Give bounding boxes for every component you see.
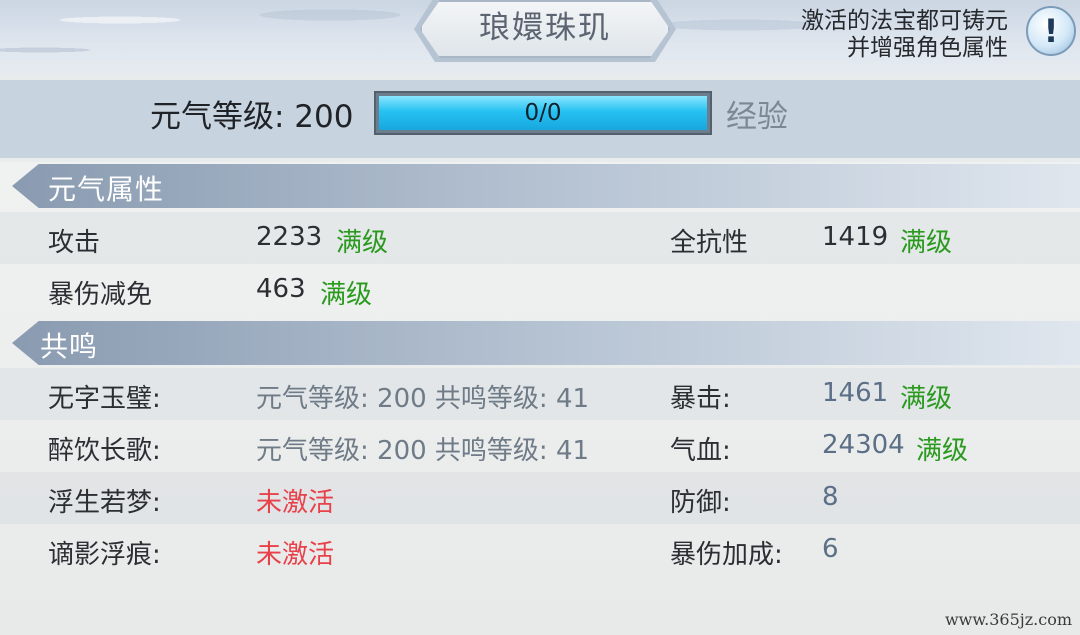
resonance-set-condition: 元气等级: 200 共鸣等级: 41 — [256, 436, 590, 466]
resonance-set-name: 浮生若梦: — [48, 488, 161, 518]
section-title-attributes: 元气属性 — [48, 173, 165, 206]
hint-line-2: 并增强角色属性 — [847, 35, 1008, 61]
resonance-set-condition: 未激活 — [256, 540, 335, 570]
exp-progress-fill: 0/0 — [379, 96, 707, 130]
resonance-set-condition: 元气等级: 200 共鸣等级: 41 — [256, 384, 590, 414]
bonus-name-hp: 气血: — [670, 436, 731, 466]
section-header-resonance — [12, 321, 1080, 365]
attr-value-crit-reduction: 463 — [256, 274, 306, 304]
section-header-attributes — [12, 164, 1080, 208]
attr-status-resistance: 满级 — [900, 228, 953, 258]
bonus-value-crit-damage: 6 — [822, 534, 839, 564]
info-icon[interactable]: ! — [1026, 6, 1076, 56]
bonus-value-crit: 1461 — [822, 378, 889, 408]
attr-value-resistance: 1419 — [822, 222, 889, 252]
watermark: www.365jz.com — [944, 610, 1072, 629]
resonance-set-condition: 未激活 — [256, 488, 335, 518]
activation-hint: 激活的法宝都可铸元 并增强角色属性 — [748, 8, 1008, 62]
attr-name-crit-reduction: 暴伤减免 — [48, 280, 153, 310]
exp-progress-text: 0/0 — [524, 100, 562, 126]
bonus-name-defense: 防御: — [670, 488, 731, 518]
attr-name-resistance: 全抗性 — [670, 228, 749, 258]
section-title-resonance: 共鸣 — [40, 330, 99, 363]
attr-status-attack: 满级 — [336, 228, 389, 258]
bonus-value-defense: 8 — [822, 482, 839, 512]
exp-label: 经验 — [726, 99, 788, 135]
bonus-name-crit-damage: 暴伤加成: — [670, 540, 783, 570]
hint-line-1: 激活的法宝都可铸元 — [801, 8, 1008, 34]
bonus-status-hp: 满级 — [916, 436, 969, 466]
resonance-set-name: 谪影浮痕: — [48, 540, 161, 570]
bonus-value-hp: 24304 — [822, 430, 905, 460]
bonus-status-crit: 满级 — [900, 384, 953, 414]
row-band — [0, 472, 1080, 524]
bonus-name-crit: 暴击: — [670, 384, 731, 414]
exp-progress-bar: 0/0 — [374, 91, 712, 135]
page-title: 琅嬛珠玑 — [479, 10, 611, 46]
level-label: 元气等级: 200 — [150, 99, 354, 135]
attr-name-attack: 攻击 — [48, 228, 101, 258]
attr-status-crit-reduction: 满级 — [320, 280, 373, 310]
attr-value-attack: 2233 — [256, 222, 323, 252]
resonance-set-name: 无字玉璧: — [48, 384, 161, 414]
resonance-set-name: 醉饮长歌: — [48, 436, 161, 466]
